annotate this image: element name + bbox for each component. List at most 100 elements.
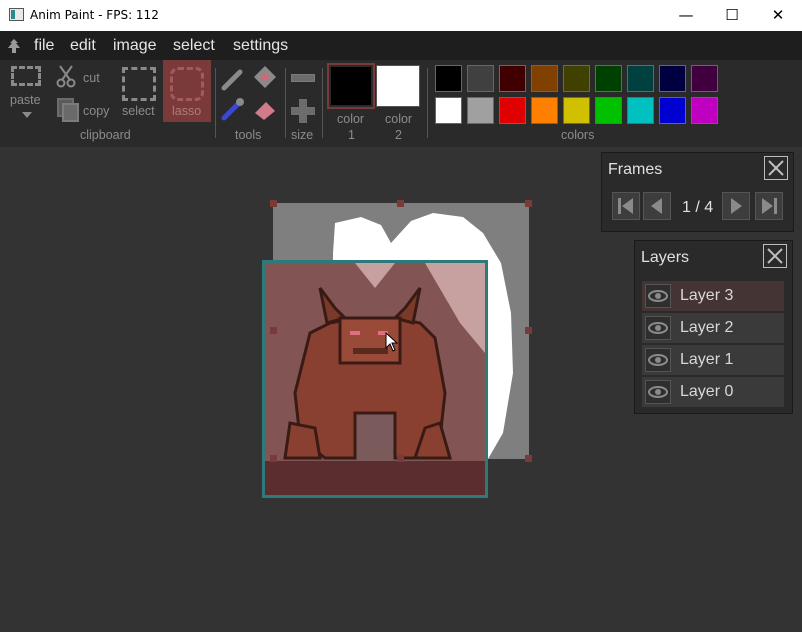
resize-handle[interactable] — [270, 455, 277, 462]
layer-row[interactable]: Layer 2 — [642, 313, 784, 343]
lasso-icon — [170, 67, 204, 101]
copy-button[interactable]: copy — [55, 96, 115, 122]
color2-number: 2 — [395, 128, 402, 142]
layer-row[interactable]: Layer 3 — [642, 281, 784, 311]
toolbar-divider — [215, 68, 216, 138]
lasso-tool-button[interactable]: lasso — [163, 60, 211, 122]
menu-bar: file edit image select settings — [0, 31, 802, 60]
layer-name: Layer 2 — [680, 319, 734, 336]
palette-color-swatch[interactable] — [435, 65, 462, 92]
color1-number: 1 — [348, 128, 355, 142]
menu-file[interactable]: file — [34, 37, 54, 55]
palette-color-swatch[interactable] — [595, 65, 622, 92]
minimize-button[interactable]: — — [663, 0, 709, 31]
skip-back-icon — [618, 198, 633, 214]
chevron-left-icon — [651, 198, 662, 214]
fill-bucket-icon[interactable] — [251, 64, 279, 92]
layers-panel: Layers Layer 3 Layer 2 Layer 1 Layer 0 — [634, 240, 793, 414]
paste-icon — [11, 66, 41, 86]
palette-color-swatch[interactable] — [563, 97, 590, 124]
layer-name: Layer 3 — [680, 287, 734, 304]
frames-panel: Frames 1 / 4 — [601, 152, 794, 232]
menu-settings[interactable]: settings — [233, 37, 288, 55]
layer-row[interactable]: Layer 0 — [642, 377, 784, 407]
secondary-color-swatch[interactable] — [376, 65, 420, 107]
chevron-down-icon — [22, 112, 32, 118]
paste-button[interactable]: paste — [6, 62, 48, 124]
resize-handle[interactable] — [525, 455, 532, 462]
mouse-cursor-icon — [385, 332, 399, 352]
frames-close-button[interactable] — [764, 156, 788, 180]
visibility-eye-icon[interactable] — [645, 316, 671, 340]
resize-handle[interactable] — [270, 200, 277, 207]
rect-select-icon — [122, 67, 156, 101]
scissors-icon — [56, 65, 76, 88]
palette-color-swatch[interactable] — [531, 97, 558, 124]
lasso-label: lasso — [172, 104, 202, 118]
resize-handle[interactable] — [525, 327, 532, 334]
close-icon — [768, 160, 784, 176]
layers-close-button[interactable] — [763, 244, 787, 268]
visibility-eye-icon[interactable] — [645, 284, 671, 308]
resize-handle[interactable] — [397, 455, 404, 462]
size-decrease-button[interactable] — [291, 74, 315, 82]
maximize-button[interactable]: ☐ — [709, 0, 755, 31]
paste-label: paste — [10, 93, 41, 107]
skip-forward-icon — [762, 198, 777, 214]
layer-name: Layer 0 — [680, 383, 734, 400]
visibility-eye-icon[interactable] — [645, 348, 671, 372]
menu-edit[interactable]: edit — [70, 37, 96, 55]
layer-row[interactable]: Layer 1 — [642, 345, 784, 375]
color-picker-icon[interactable] — [220, 96, 246, 122]
resize-handle[interactable] — [270, 327, 277, 334]
next-frame-button[interactable] — [722, 192, 750, 220]
sprite-artwork — [265, 263, 485, 495]
palette-color-swatch[interactable] — [499, 65, 526, 92]
toolbar-divider — [427, 68, 428, 138]
layer-name: Layer 1 — [680, 351, 734, 368]
palette-color-swatch[interactable] — [467, 65, 494, 92]
toolbar-divider — [285, 68, 286, 138]
app-logo-icon — [8, 39, 20, 53]
first-frame-button[interactable] — [612, 192, 640, 220]
select-label: select — [122, 104, 155, 118]
palette-color-swatch[interactable] — [435, 97, 462, 124]
chevron-right-icon — [731, 198, 742, 214]
palette-color-swatch[interactable] — [691, 65, 718, 92]
menu-image[interactable]: image — [113, 37, 157, 55]
select-tool-button[interactable]: select — [118, 62, 162, 122]
palette-color-swatch[interactable] — [531, 65, 558, 92]
size-group-label: size — [291, 128, 314, 142]
pencil-icon[interactable] — [220, 66, 246, 92]
palette-color-swatch[interactable] — [627, 97, 654, 124]
selection-frame[interactable] — [262, 260, 488, 498]
copy-label: copy — [83, 104, 110, 118]
palette-color-swatch[interactable] — [563, 65, 590, 92]
layers-panel-title: Layers — [641, 249, 690, 266]
cut-button[interactable]: cut — [55, 64, 105, 90]
toolbar: paste cut copy select lasso clipboard to… — [0, 60, 802, 147]
last-frame-button[interactable] — [755, 192, 783, 220]
frame-counter: 1 / 4 — [682, 199, 714, 216]
palette-color-swatch[interactable] — [659, 65, 686, 92]
primary-color-swatch[interactable] — [327, 63, 375, 109]
resize-handle[interactable] — [397, 200, 404, 207]
size-increase-button[interactable] — [291, 99, 315, 123]
previous-frame-button[interactable] — [643, 192, 671, 220]
menu-select[interactable]: select — [173, 37, 215, 55]
close-button[interactable]: ✕ — [755, 0, 801, 31]
palette-color-swatch[interactable] — [499, 97, 526, 124]
eraser-icon[interactable] — [252, 96, 278, 122]
palette-color-swatch[interactable] — [595, 97, 622, 124]
palette-color-swatch[interactable] — [659, 97, 686, 124]
frames-panel-title: Frames — [608, 161, 663, 178]
palette-color-swatch[interactable] — [627, 65, 654, 92]
resize-handle[interactable] — [525, 200, 532, 207]
window-title: Anim Paint - FPS: 112 — [30, 8, 159, 22]
palette-color-swatch[interactable] — [691, 97, 718, 124]
colors-group-label: colors — [561, 128, 595, 142]
palette-color-swatch[interactable] — [467, 97, 494, 124]
app-icon — [9, 8, 24, 21]
visibility-eye-icon[interactable] — [645, 380, 671, 404]
tools-group-label: tools — [235, 128, 262, 142]
